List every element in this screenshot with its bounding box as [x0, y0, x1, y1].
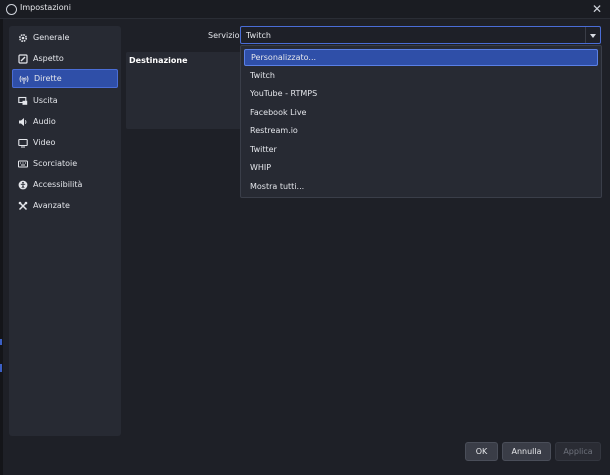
ok-button[interactable]: OK	[465, 442, 498, 461]
settings-sidebar: Generale Aspetto Dirette Uscita Audio Vi…	[9, 26, 121, 436]
background-marker	[0, 364, 2, 372]
sidebar-item-aspetto[interactable]: Aspetto	[12, 49, 118, 68]
monitor-icon	[18, 138, 28, 148]
sidebar-item-label: Dirette	[34, 74, 62, 83]
output-icon	[18, 96, 28, 106]
destination-title: Destinazione	[129, 56, 188, 65]
sidebar-item-label: Generale	[33, 33, 70, 42]
cancel-button[interactable]: Annulla	[502, 442, 551, 461]
dropdown-option-twitch[interactable]: Twitch	[244, 68, 598, 85]
close-button[interactable]: ✕	[590, 1, 604, 17]
service-label: Servizio	[208, 31, 240, 40]
background-window-strip	[0, 19, 3, 475]
service-select[interactable]: Twitch	[240, 26, 601, 44]
sidebar-item-accessibilita[interactable]: Accessibilità	[12, 175, 118, 194]
sidebar-item-label: Audio	[33, 117, 56, 126]
sidebar-item-label: Aspetto	[33, 54, 64, 63]
tools-icon	[18, 201, 28, 211]
sidebar-item-label: Uscita	[33, 96, 58, 105]
sidebar-item-uscita[interactable]: Uscita	[12, 91, 118, 110]
sidebar-item-generale[interactable]: Generale	[12, 28, 118, 47]
destination-panel: Destinazione	[126, 52, 242, 129]
dropdown-option-personalizzato[interactable]: Personalizzato...	[244, 49, 598, 66]
sidebar-item-audio[interactable]: Audio	[12, 112, 118, 131]
window-title: Impostazioni	[20, 3, 71, 12]
speaker-icon	[18, 117, 28, 127]
service-select-value: Twitch	[246, 31, 271, 40]
sidebar-item-label: Avanzate	[33, 201, 70, 210]
dropdown-option-youtube[interactable]: YouTube - RTMPS	[244, 86, 598, 103]
background-marker	[0, 339, 2, 345]
dropdown-option-whip[interactable]: WHIP	[244, 160, 598, 177]
chevron-down-icon[interactable]	[585, 27, 600, 43]
apply-button[interactable]: Applica	[555, 442, 601, 461]
gear-icon	[18, 33, 28, 43]
obs-logo-icon	[6, 4, 17, 15]
accessibility-icon	[18, 180, 28, 190]
sidebar-item-label: Accessibilità	[33, 180, 83, 189]
appearance-icon	[18, 53, 28, 64]
sidebar-item-avanzate[interactable]: Avanzate	[12, 196, 118, 215]
sidebar-item-scorciatoie[interactable]: Scorciatoie	[12, 154, 118, 173]
dropdown-option-restream[interactable]: Restream.io	[244, 123, 598, 140]
dropdown-option-facebook[interactable]: Facebook Live	[244, 105, 598, 122]
antenna-icon	[19, 74, 29, 84]
keyboard-icon	[18, 159, 28, 169]
sidebar-item-video[interactable]: Video	[12, 133, 118, 152]
dropdown-option-twitter[interactable]: Twitter	[244, 142, 598, 159]
title-bar: Impostazioni ✕	[0, 0, 610, 19]
dropdown-option-show-all[interactable]: Mostra tutti...	[244, 179, 598, 196]
sidebar-item-dirette[interactable]: Dirette	[12, 69, 118, 88]
service-dropdown-list: Personalizzato... Twitch YouTube - RTMPS…	[240, 45, 602, 198]
sidebar-item-label: Scorciatoie	[33, 159, 78, 168]
sidebar-item-label: Video	[33, 138, 56, 147]
